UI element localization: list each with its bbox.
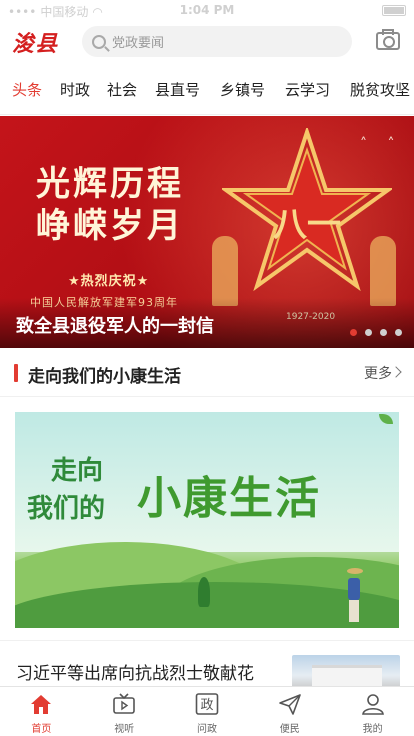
tab-society[interactable]: 社会 — [107, 79, 137, 100]
nav-service[interactable]: 便民 — [248, 687, 331, 736]
soldier-silhouette — [370, 236, 396, 306]
banner-caption[interactable]: 致全县退役军人的一封信 — [16, 312, 214, 338]
feature-title-line3: 小康生活 — [137, 473, 321, 524]
farmer-illustration — [345, 568, 363, 624]
search-input[interactable]: 党政要闻 — [82, 26, 352, 57]
tab-politics[interactable]: 时政 — [60, 79, 90, 100]
feature-title-line1: 走向 — [51, 456, 104, 486]
tab-cloud-learning[interactable]: 云学习 — [285, 79, 330, 100]
svg-text:政: 政 — [200, 698, 213, 713]
section-header: 走向我们的小康生活 更多 — [0, 349, 414, 397]
bottom-tab-bar: 首页 视听 政 问政 便民 我的 — [0, 686, 414, 736]
more-link[interactable]: 更多 — [364, 363, 392, 383]
section-title: 走向我们的小康生活 — [28, 367, 181, 387]
carousel-dot[interactable] — [350, 329, 357, 336]
building-illustration — [312, 665, 382, 687]
farmer-body — [348, 578, 360, 600]
tv-icon — [113, 693, 135, 714]
app-logo[interactable]: 浚县 — [12, 26, 58, 58]
camera-icon[interactable] — [376, 29, 400, 50]
carousel-dots — [350, 329, 402, 336]
zheng-icon: 政 — [195, 693, 219, 715]
star-emblem-text: 八一 — [273, 205, 341, 245]
carousel-dot[interactable] — [365, 329, 372, 336]
nav-home-label: 首页 — [31, 724, 52, 735]
feature-title-line2: 我们的 — [27, 494, 106, 524]
status-time: 1:04 PM — [179, 3, 235, 17]
carousel-dot[interactable] — [380, 329, 387, 336]
carousel-dot[interactable] — [395, 329, 402, 336]
tree-illustration — [198, 577, 210, 607]
star-emblem-icon: 八一 — [222, 128, 392, 292]
nav-home[interactable]: 首页 — [0, 687, 83, 736]
tab-township-accounts[interactable]: 乡镇号 — [220, 79, 265, 100]
nav-video[interactable]: 视听 — [83, 687, 166, 736]
tab-headline[interactable]: 头条 — [12, 79, 42, 100]
status-bar: •••• 中国移动 ◠ 1:04 PM — [0, 0, 414, 20]
farmer-legs — [349, 600, 359, 622]
news-title[interactable]: 习近平等出席向抗战烈士敬献花 — [16, 659, 254, 684]
battery-icon — [382, 5, 406, 16]
app-header: 浚县 党政要闻 — [0, 20, 414, 64]
home-icon — [31, 695, 52, 714]
banner-carousel[interactable]: ˄ ˄ 光辉历程 峥嵘岁月 ★热烈庆祝★ 中国人民解放军建军93周年 八一 19… — [0, 116, 414, 348]
chevron-right-icon[interactable] — [390, 366, 402, 378]
user-icon — [361, 694, 384, 715]
nav-video-label: 视听 — [114, 724, 135, 735]
news-thumbnail[interactable] — [292, 655, 400, 689]
nav-service-label: 便民 — [279, 724, 300, 735]
news-list-item[interactable]: 习近平等出席向抗战烈士敬献花 — [0, 640, 414, 689]
banner-subtitle: ★热烈庆祝★ — [68, 274, 150, 289]
banner-title-line2: 峥嵘岁月 — [36, 206, 184, 246]
soldier-silhouette — [212, 236, 238, 306]
tab-poverty-alleviation[interactable]: 脱贫攻坚 — [350, 79, 410, 100]
nav-profile-label: 我的 — [362, 724, 383, 735]
nav-inquiry-label: 问政 — [196, 724, 217, 735]
nav-profile[interactable]: 我的 — [331, 687, 414, 736]
farmer-hat — [347, 568, 363, 574]
paper-plane-icon — [278, 694, 301, 715]
tab-county-accounts[interactable]: 县直号 — [155, 79, 200, 100]
channel-tabs: 头条 时政 社会 县直号 乡镇号 云学习 脱贫攻坚 — [0, 65, 414, 115]
feature-card[interactable]: 走向 我们的 小康生活 — [15, 412, 399, 628]
nav-inquiry[interactable]: 政 问政 — [166, 687, 249, 736]
search-icon — [92, 34, 106, 49]
section-accent-bar — [14, 364, 18, 382]
search-placeholder: 党政要闻 — [112, 36, 165, 51]
